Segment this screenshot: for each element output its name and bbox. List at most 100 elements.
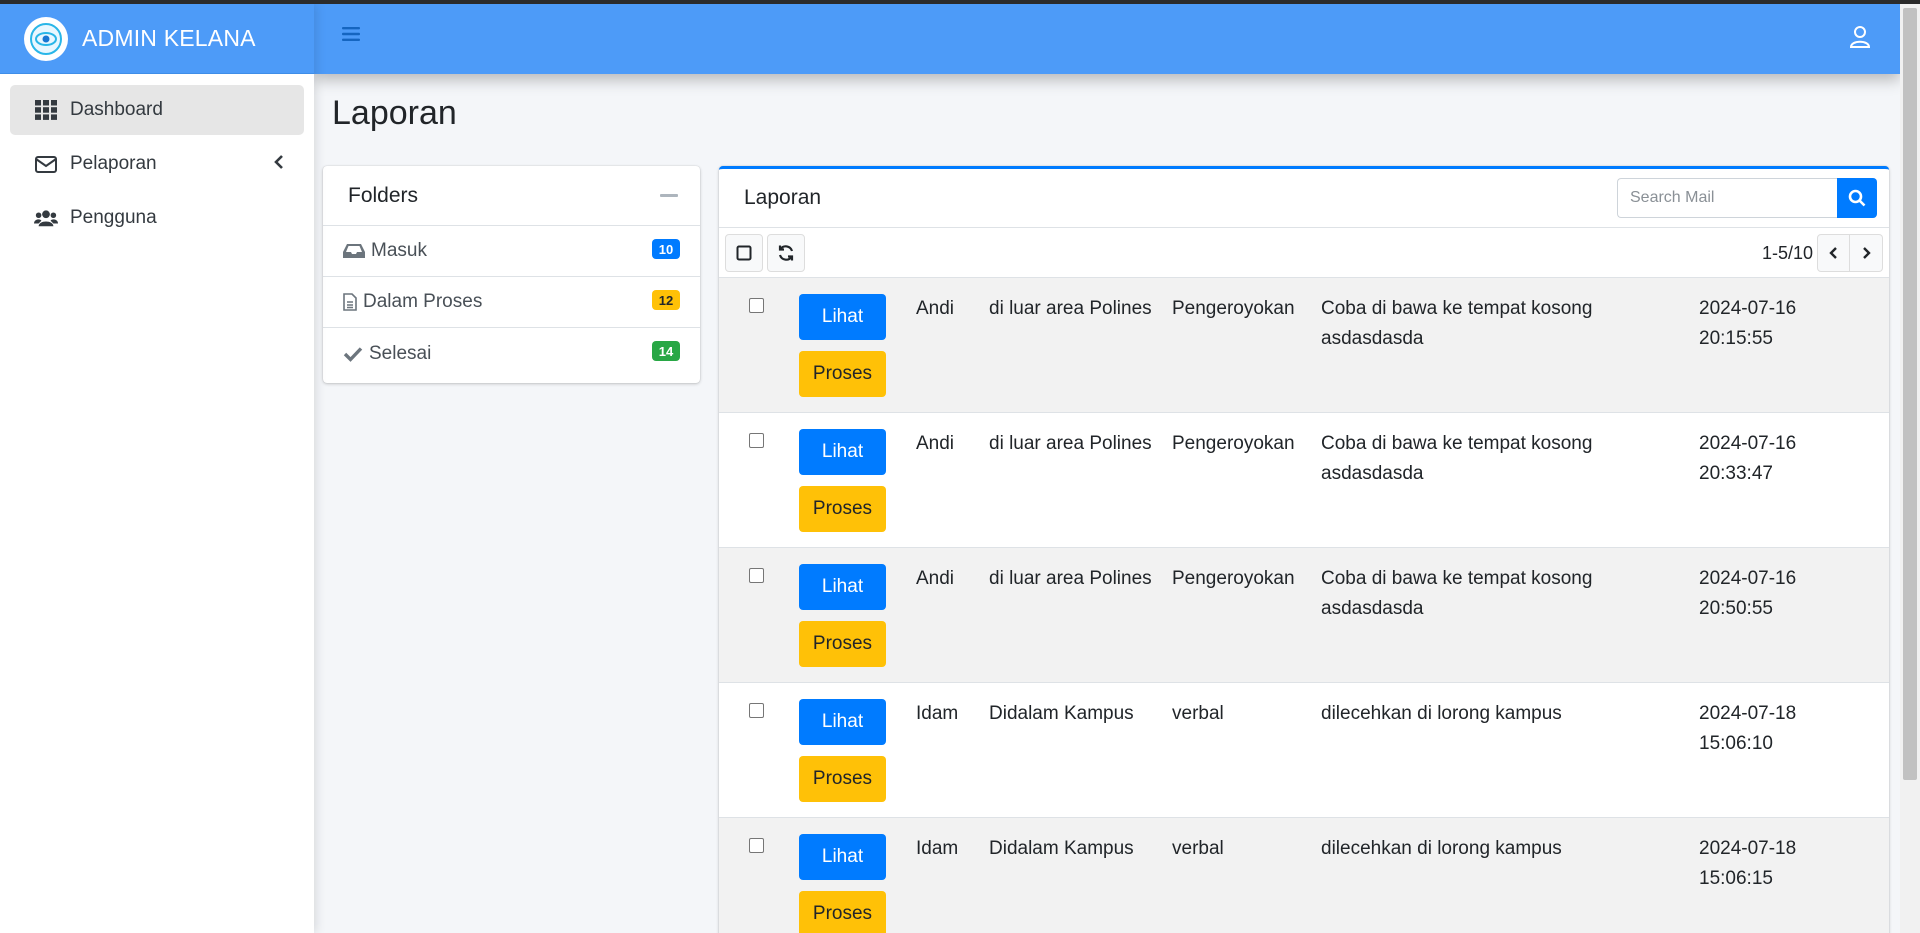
report-date: 2024-07-18 [1699,703,1797,724]
report-description: Coba di bawa ke tempat kosong asdasdasda [1321,568,1593,619]
search-input[interactable] [1617,178,1837,218]
report-type: Pengeroyokan [1172,298,1295,319]
brand-title: ADMIN KELANA [82,25,256,51]
refresh-icon [778,244,794,261]
reporter-name: Idam [916,703,959,724]
report-datetime: 2024-07-18 15:06:10 [1699,699,1819,759]
user-icon[interactable] [1849,26,1871,54]
report-time: 20:50:55 [1699,598,1773,619]
grid-icon [34,98,58,122]
folder-item-masuk[interactable]: Masuk 10 [323,226,700,277]
app-frame: ADMIN KELANA Dashboard Pelaporan Penggun… [0,4,1920,933]
chevron-right-icon [1862,247,1871,259]
sidebar-item-label: Pengguna [70,207,157,228]
topbar [314,4,1900,74]
reporter-name: Andi [916,568,955,589]
report-time: 15:06:10 [1699,733,1773,754]
report-description: dilecehkan di lorong kampus [1321,703,1562,724]
folders-card: Folders Masuk 10 Dalam Proses 12 Selesai… [323,166,700,383]
report-date: 2024-07-16 [1699,298,1797,319]
select-all-button[interactable] [725,233,763,272]
inbox-icon [343,243,365,259]
report-datetime: 2024-07-16 20:33:47 [1699,429,1819,489]
process-button[interactable]: Proses [799,621,886,667]
reports-list: Lihat Proses Andi di luar area Polines Penge… [719,278,1889,933]
sidebar: ADMIN KELANA Dashboard Pelaporan Penggun… [0,4,314,933]
folders-header: Folders [323,166,700,226]
process-button[interactable]: Proses [799,486,886,532]
row-checkbox[interactable] [749,703,764,718]
table-row: Lihat Proses Andi di luar area Polines Penge… [719,278,1889,413]
report-location: di luar area Polines [989,298,1152,319]
report-description: Coba di bawa ke tempat kosong asdasdasda [1321,298,1593,349]
report-time: 20:33:47 [1699,463,1773,484]
report-type: verbal [1172,838,1224,859]
report-location: di luar area Polines [989,568,1152,589]
pagination-text: 1-5/10 [1761,242,1813,263]
table-row: Lihat Proses Andi di luar area Polines Penge… [719,548,1889,683]
chevron-left-icon [1829,247,1837,259]
collapse-minus-icon[interactable] [660,194,678,197]
view-button[interactable]: Lihat [799,699,886,745]
reports-toolbar: 1-5/10 [719,228,1889,278]
reporter-name: Andi [916,298,955,319]
reporter-name: Idam [916,838,959,859]
report-description: dilecehkan di lorong kampus [1321,838,1562,859]
view-button[interactable]: Lihat [799,429,886,475]
hamburger-menu-icon[interactable] [342,26,360,48]
process-button[interactable]: Proses [799,891,886,933]
prev-page-button[interactable] [1817,234,1850,272]
scrollbar-thumb[interactable] [1903,8,1917,780]
next-page-button[interactable] [1850,234,1883,272]
row-checkbox[interactable] [749,298,764,313]
sidebar-item-pengguna[interactable]: Pengguna [10,193,304,243]
report-type: Pengeroyokan [1172,433,1295,454]
sidebar-item-label: Pelaporan [70,153,157,174]
chevron-left-icon [274,154,284,176]
view-button[interactable]: Lihat [799,834,886,880]
refresh-button[interactable] [767,233,805,272]
search-icon [1848,189,1866,207]
table-row: Lihat Proses Andi di luar area Polines Penge… [719,413,1889,548]
sidebar-nav: Dashboard Pelaporan Pengguna [0,74,314,258]
report-location: Didalam Kampus [989,703,1134,724]
table-row: Lihat Proses Idam Didalam Kampus verbal dilec… [719,683,1889,818]
report-date: 2024-07-18 [1699,838,1797,859]
folder-count-badge: 10 [652,239,680,259]
reports-card: Laporan 1-5/10 [719,166,1889,933]
sidebar-item-dashboard[interactable]: Dashboard [10,85,304,135]
folder-item-selesai[interactable]: Selesai 14 [323,328,700,379]
row-checkbox[interactable] [749,433,764,448]
report-location: Didalam Kampus [989,838,1134,859]
view-button[interactable]: Lihat [799,294,886,340]
page-title: Laporan [332,94,457,132]
report-datetime: 2024-07-16 20:50:55 [1699,564,1819,624]
folder-count-badge: 12 [652,290,680,310]
folder-item-dalam-proses[interactable]: Dalam Proses 12 [323,277,700,328]
file-icon [343,293,357,311]
sidebar-item-pelaporan[interactable]: Pelaporan [10,139,304,189]
table-row: Lihat Proses Idam Didalam Kampus verbal dilec… [719,818,1889,933]
view-button[interactable]: Lihat [799,564,886,610]
search-button[interactable] [1837,178,1877,218]
envelope-icon [34,152,58,176]
reports-header: Laporan [719,169,1889,228]
process-button[interactable]: Proses [799,756,886,802]
sidebar-item-label: Dashboard [70,99,163,120]
brand[interactable]: ADMIN KELANA [0,4,314,74]
row-checkbox[interactable] [749,568,764,583]
report-time: 15:06:15 [1699,868,1773,889]
row-checkbox[interactable] [749,838,764,853]
check-icon [343,346,363,362]
report-datetime: 2024-07-18 15:06:15 [1699,834,1819,894]
report-type: verbal [1172,703,1224,724]
page-scrollbar[interactable] [1900,4,1920,933]
square-icon [736,245,752,260]
pagination: 1-5/10 [1762,234,1883,272]
report-description: Coba di bawa ke tempat kosong asdasdasda [1321,433,1593,484]
folder-label: Selesai [369,342,432,364]
folder-label: Masuk [371,240,427,261]
process-button[interactable]: Proses [799,351,886,397]
report-location: di luar area Polines [989,433,1152,454]
brand-logo-icon [24,16,68,61]
